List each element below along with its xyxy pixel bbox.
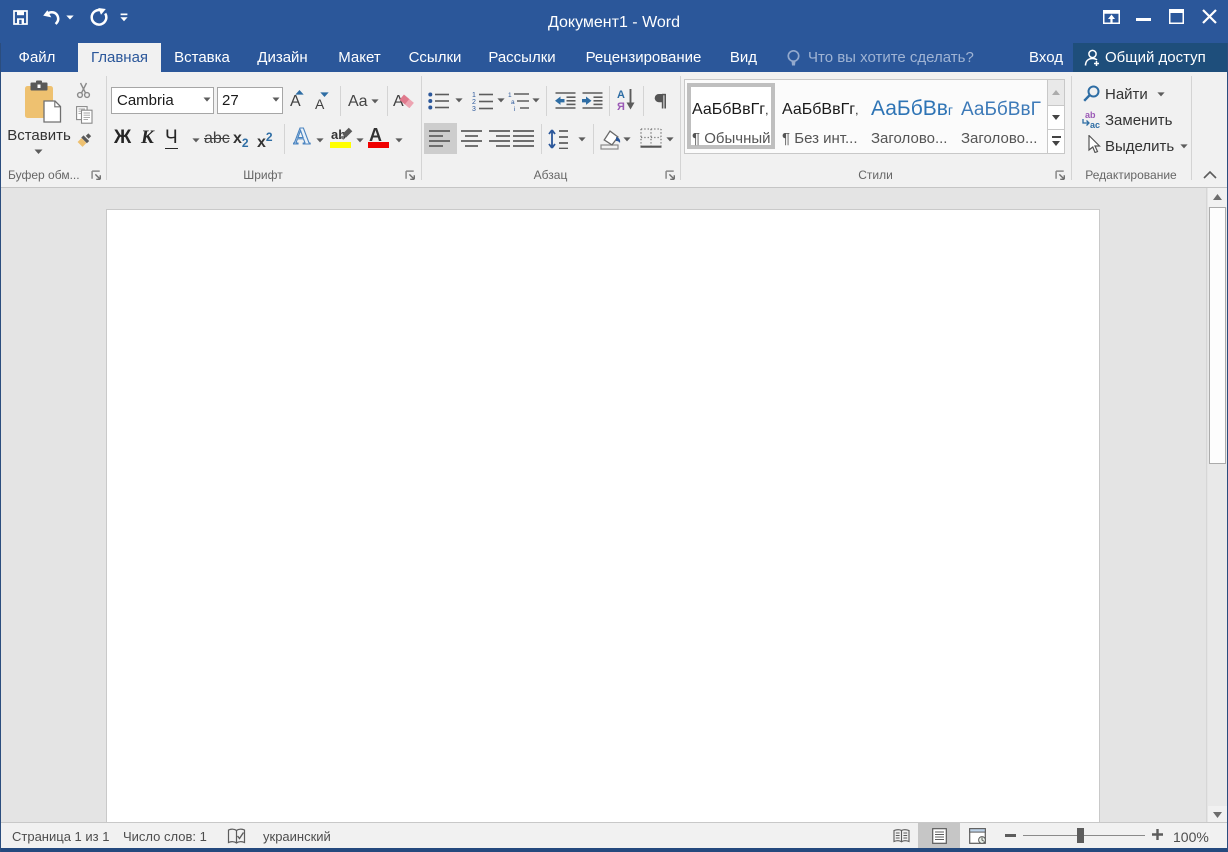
svg-text:i: i: [514, 106, 515, 111]
svg-text:Я: Я: [617, 101, 625, 111]
svg-text:ab: ab: [1085, 110, 1096, 120]
svg-text:1: 1: [472, 92, 476, 99]
svg-text:ac: ac: [1090, 120, 1100, 130]
svg-text:А: А: [617, 89, 625, 101]
svg-text:А: А: [293, 126, 311, 147]
svg-text:a: a: [511, 99, 515, 106]
svg-text:1: 1: [508, 92, 512, 99]
svg-text:3: 3: [472, 106, 476, 111]
svg-text:2: 2: [472, 99, 476, 106]
